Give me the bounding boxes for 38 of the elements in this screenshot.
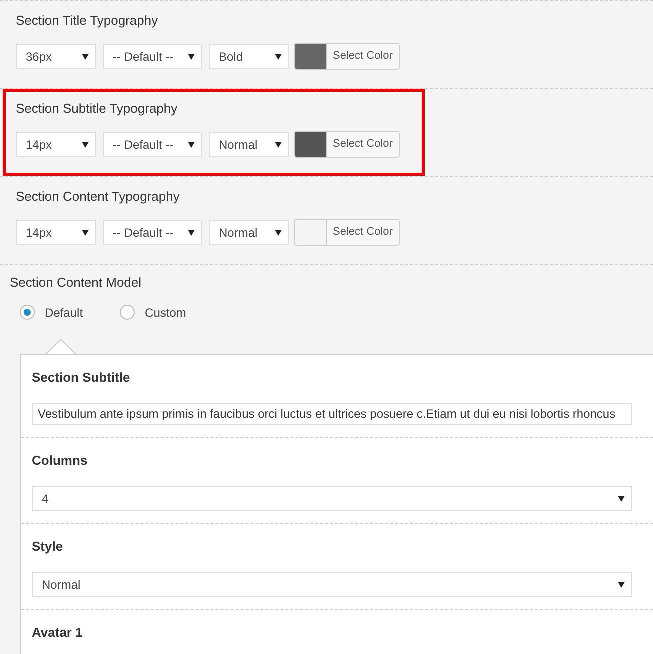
size-select[interactable]: 14px <box>16 132 96 157</box>
color-picker-button[interactable]: Select Color <box>294 219 400 246</box>
field-label: Columns <box>32 452 89 470</box>
field-label: Section Subtitle <box>32 369 132 387</box>
field-label: Avatar 1 <box>32 624 84 642</box>
font-weight-select[interactable]: Normal <box>209 220 289 245</box>
section-label: Section Content Model <box>10 274 143 292</box>
radio-option[interactable]: Default <box>20 305 84 320</box>
font-weight-select[interactable]: Normal <box>209 132 289 157</box>
section-label: Section Subtitle Typography <box>16 100 179 118</box>
font-family-select[interactable]: -- Default -- <box>103 44 202 69</box>
font-family-select[interactable]: -- Default -- <box>103 220 202 245</box>
size-select[interactable]: 36px <box>16 44 96 69</box>
caret-icon <box>82 230 89 236</box>
dropdown-select[interactable]: Normal <box>32 572 632 597</box>
font-family-select[interactable]: -- Default -- <box>103 132 202 157</box>
dropdown-select[interactable]: 4 <box>32 486 632 511</box>
caret-icon <box>618 582 625 588</box>
section-label: Section Title Typography <box>16 12 160 30</box>
field-label: Style <box>32 538 64 556</box>
caret-icon <box>275 54 282 60</box>
font-weight-select[interactable]: Bold <box>209 44 289 69</box>
size-select[interactable]: 14px <box>16 220 96 245</box>
radio-button[interactable] <box>120 305 136 320</box>
caret-icon <box>188 230 195 236</box>
color-picker-button[interactable]: Select Color <box>294 131 400 158</box>
caret-icon <box>618 496 625 502</box>
input-field[interactable]: Vestibulum ante ipsum primis in faucibus orci luctus et ultrices posuere c.Etiam ut dui eu nisi lobortis rhoncus <box>32 403 632 425</box>
caret-icon <box>188 142 195 148</box>
caret-icon <box>188 54 195 60</box>
radio-button[interactable] <box>20 305 35 320</box>
color-picker-button[interactable]: Select Color <box>294 43 400 70</box>
caret-icon <box>82 54 89 60</box>
radio-option[interactable]: Custom <box>120 305 186 320</box>
section-label: Section Content Typography <box>16 188 181 206</box>
caret-icon <box>82 142 89 148</box>
caret-icon <box>275 142 282 148</box>
caret-icon <box>275 230 282 236</box>
